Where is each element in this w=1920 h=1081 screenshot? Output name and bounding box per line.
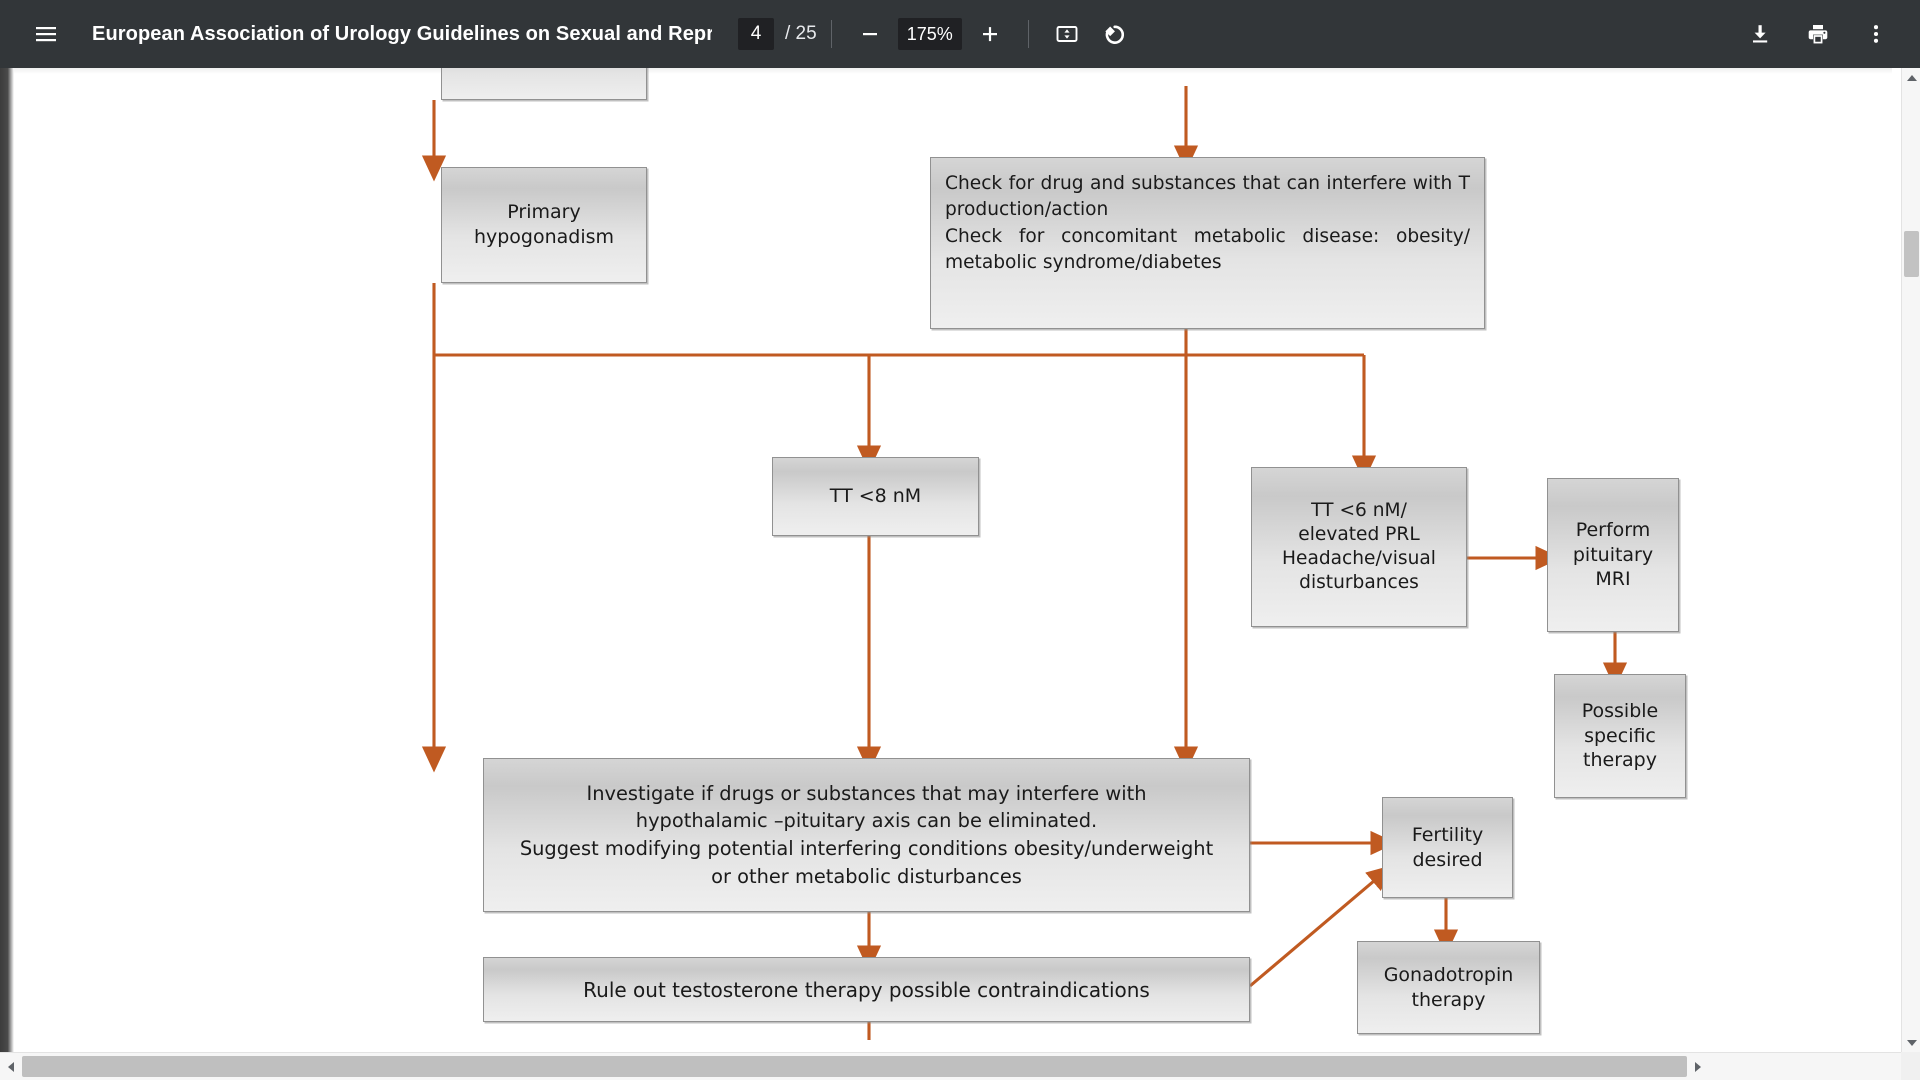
more-options-icon[interactable] (1852, 10, 1900, 58)
scroll-down-arrow-icon[interactable] (1902, 1033, 1920, 1052)
flow-node-check-drugs-metabolic: Check for drug and substances that can i… (930, 157, 1485, 329)
horizontal-scrollbar[interactable] (0, 1052, 1901, 1080)
document-title: European Association of Urology Guidelin… (92, 23, 712, 46)
flow-node-investigate-drugs: Investigate if drugs or substances that … (483, 758, 1250, 912)
pdf-page: Primary hypogonadism Check for drug and … (14, 68, 1892, 1040)
flow-node-rule-out-contraindications: Rule out testosterone therapy possible c… (483, 957, 1250, 1022)
vertical-scrollbar[interactable] (1901, 68, 1920, 1052)
toolbar-divider-2 (1028, 20, 1029, 48)
flow-node-possible-specific-therapy: Possible specific therapy (1554, 674, 1686, 798)
pdf-viewer-area[interactable]: Primary hypogonadism Check for drug and … (0, 68, 1920, 1080)
page-count-label: / 25 (785, 23, 817, 45)
vertical-scrollbar-thumb[interactable] (1904, 231, 1919, 277)
scrollbar-corner (1901, 1052, 1920, 1080)
toolbar-right-actions (1726, 10, 1920, 58)
plus-icon[interactable] (966, 10, 1014, 58)
flow-node-perform-pituitary-mri: Perform pituitary MRI (1547, 478, 1679, 632)
zoom-level-label[interactable]: 175% (898, 18, 962, 50)
download-icon[interactable] (1736, 10, 1784, 58)
flow-node-gonadotropin-therapy: Gonadotropin therapy (1357, 941, 1540, 1034)
page-navigation: / 25 (738, 18, 817, 50)
minus-icon[interactable] (846, 10, 894, 58)
fit-to-page-icon[interactable] (1043, 10, 1091, 58)
toolbar-divider-1 (831, 20, 832, 48)
flowchart-diagram: Primary hypogonadism Check for drug and … (14, 68, 1892, 1040)
zoom-controls: 175% (846, 10, 1014, 58)
flow-node-fertility-desired: Fertility desired (1382, 797, 1513, 898)
flow-node-partial-top (441, 68, 647, 100)
print-icon[interactable] (1794, 10, 1842, 58)
scroll-up-arrow-icon[interactable] (1902, 68, 1920, 87)
scroll-right-arrow-icon[interactable] (1688, 1053, 1708, 1081)
page-number-input[interactable] (738, 18, 774, 50)
flow-node-tt-8nm: TT <8 nM (772, 457, 979, 536)
scroll-left-arrow-icon[interactable] (1, 1053, 21, 1081)
horizontal-scrollbar-thumb[interactable] (22, 1056, 1687, 1077)
page-left-shadow (0, 68, 14, 1080)
flow-node-tt-6nm-prl: TT <6 nM/ elevated PRL Headache/visual d… (1251, 467, 1467, 627)
hamburger-menu-icon[interactable] (22, 10, 70, 58)
pdf-viewer-toolbar: European Association of Urology Guidelin… (0, 0, 1920, 68)
flow-node-primary-hypogonadism: Primary hypogonadism (441, 167, 647, 283)
rotate-counterclockwise-icon[interactable] (1091, 10, 1139, 58)
